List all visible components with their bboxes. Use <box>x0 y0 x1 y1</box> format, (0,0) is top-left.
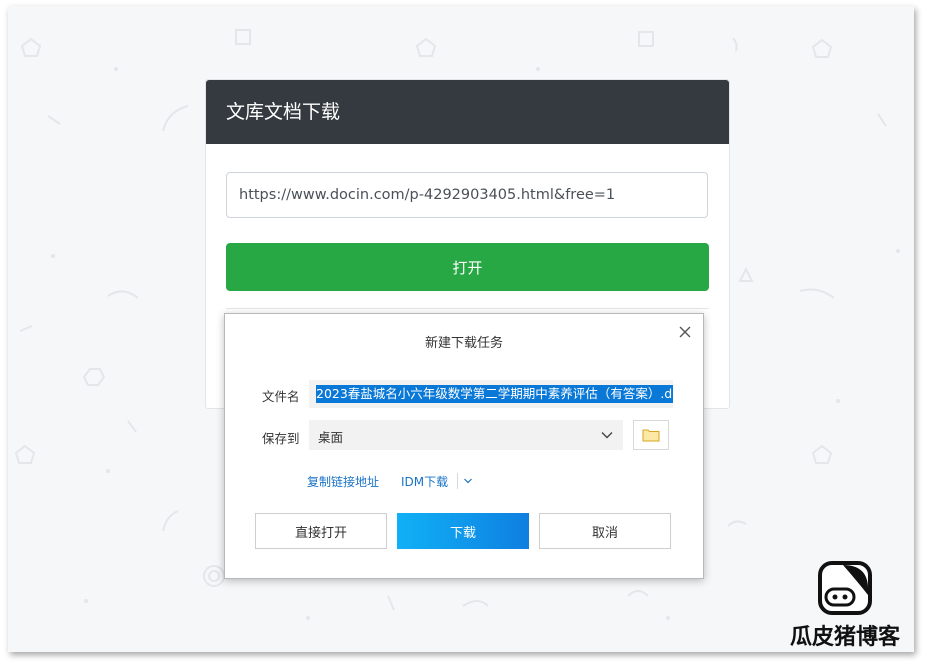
cancel-button[interactable]: 取消 <box>539 513 671 549</box>
copy-link-button[interactable]: 复制链接地址 <box>307 473 379 490</box>
url-input[interactable] <box>226 172 708 218</box>
app-window: 文库文档下载 打开 新建下载任务 文件名 2023春盐城名小六年级数学第二学期期… <box>8 6 914 652</box>
chevron-down-small-icon[interactable] <box>463 476 473 486</box>
saveto-label: 保存到 <box>262 431 300 446</box>
watermark: 瓜皮猪博客 <box>783 557 907 650</box>
card-title: 文库文档下载 <box>206 80 729 144</box>
watermark-text: 瓜皮猪博客 <box>789 625 900 650</box>
close-icon[interactable] <box>677 324 693 340</box>
chevron-down-icon <box>601 432 613 439</box>
open-button[interactable]: 打开 <box>226 243 709 291</box>
folder-icon <box>642 429 660 442</box>
browse-folder-button[interactable] <box>633 420 669 450</box>
saveto-value: 桌面 <box>318 430 344 445</box>
dialog-title: 新建下载任务 <box>424 336 503 351</box>
new-download-dialog: 新建下载任务 文件名 2023春盐城名小六年级数学第二学期期中素养评估（有答案）… <box>224 313 704 579</box>
card-divider <box>226 308 709 309</box>
open-directly-button[interactable]: 直接打开 <box>255 513 387 549</box>
pig-logo <box>818 561 872 615</box>
filename-label: 文件名 <box>262 389 300 404</box>
idm-download-button[interactable]: IDM下载 <box>401 473 448 490</box>
link-separator <box>457 473 458 489</box>
download-button[interactable]: 下载 <box>397 513 529 549</box>
filename-value: 2023春盐城名小六年级数学第二学期期中素养评估（有答案）.doc <box>316 385 673 403</box>
saveto-select[interactable]: 桌面 <box>309 420 623 450</box>
filename-field[interactable]: 2023春盐城名小六年级数学第二学期期中素养评估（有答案）.doc <box>309 380 673 408</box>
